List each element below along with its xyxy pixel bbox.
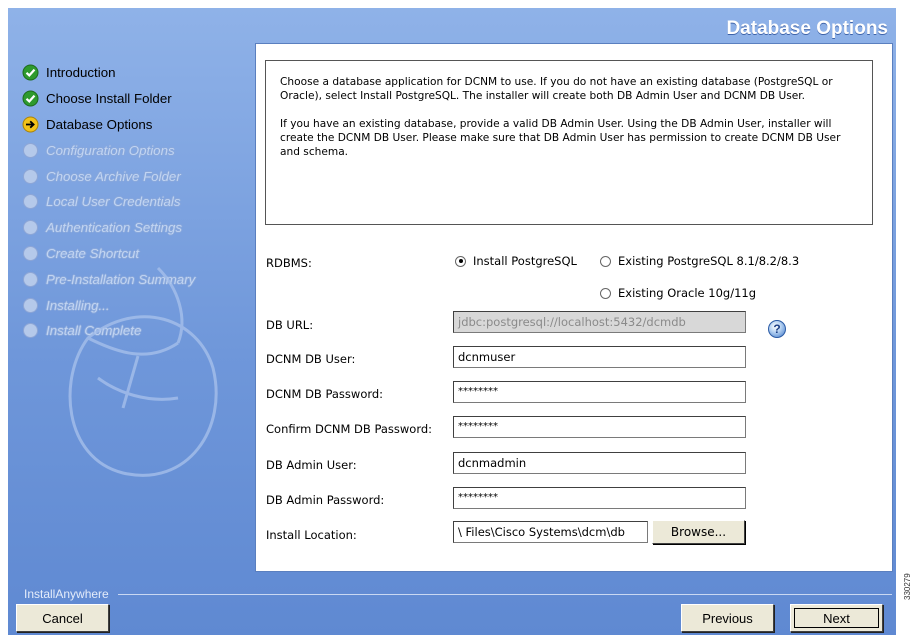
- main-panel: Choose a database application for DCNM t…: [255, 43, 893, 572]
- footer-divider: [118, 594, 892, 595]
- radio-unselected-icon: [600, 287, 611, 299]
- install-location-field[interactable]: \ Files\Cisco Systems\dcm\db: [453, 521, 648, 543]
- step-configuration-options: Configuration Options: [22, 137, 247, 163]
- rdbms-label: RDBMS:: [266, 256, 312, 270]
- dcnm-password-label: DCNM DB Password:: [266, 387, 384, 401]
- pending-circle-icon: [23, 194, 38, 210]
- step-label: Introduction: [46, 65, 116, 81]
- step-introduction: Introduction: [22, 60, 247, 86]
- help-icon[interactable]: ?: [768, 320, 786, 338]
- figure-number: 330279: [903, 573, 912, 600]
- pending-circle-icon: [23, 220, 38, 236]
- step-label: Configuration Options: [46, 142, 175, 158]
- confirm-password-label: Confirm DCNM DB Password:: [266, 422, 433, 436]
- step-label: Local User Credentials: [46, 194, 181, 210]
- radio-label: Install PostgreSQL: [473, 254, 577, 268]
- next-button[interactable]: Next: [790, 604, 883, 632]
- confirm-password-field[interactable]: ********: [453, 416, 746, 438]
- step-label: Authentication Settings: [46, 220, 183, 236]
- pending-circle-icon: [23, 168, 38, 184]
- pending-circle-icon: [23, 142, 38, 158]
- check-icon: [22, 90, 39, 107]
- previous-button[interactable]: Previous: [681, 604, 774, 632]
- mouse-illustration-icon: [68, 266, 218, 477]
- radio-label: Existing PostgreSQL 8.1/8.2/8.3: [618, 254, 800, 268]
- step-label: Choose Archive Folder: [46, 168, 181, 184]
- installer-window: Database Options Introduction Choose Ins…: [8, 8, 896, 635]
- arrow-right-icon: [22, 116, 39, 133]
- dcnm-password-field[interactable]: ********: [453, 381, 746, 403]
- install-location-label: Install Location:: [266, 528, 357, 542]
- admin-password-field[interactable]: ********: [453, 487, 746, 509]
- step-authentication-settings: Authentication Settings: [22, 215, 247, 241]
- db-url-field: jdbc:postgresql://localhost:5432/dcmdb: [453, 311, 746, 333]
- description-paragraph: If you have an existing database, provid…: [280, 118, 841, 158]
- step-label: Choose Install Folder: [46, 91, 172, 107]
- admin-user-field[interactable]: dcnmadmin: [453, 452, 746, 474]
- db-url-label: DB URL:: [266, 318, 314, 332]
- description-paragraph: Choose a database application for DCNM t…: [280, 76, 833, 102]
- dcnm-user-field[interactable]: dcnmuser: [453, 346, 746, 368]
- dcnm-user-label: DCNM DB User:: [266, 352, 356, 366]
- radio-existing-postgresql[interactable]: Existing PostgreSQL 8.1/8.2/8.3: [600, 254, 799, 268]
- admin-user-label: DB Admin User:: [266, 458, 357, 472]
- cancel-button[interactable]: Cancel: [16, 604, 109, 632]
- radio-label: Existing Oracle 10g/11g: [618, 286, 757, 300]
- step-local-user-credentials: Local User Credentials: [22, 189, 247, 215]
- radio-install-postgresql[interactable]: Install PostgreSQL: [455, 254, 577, 268]
- step-label: Database Options: [46, 116, 153, 132]
- description-box: Choose a database application for DCNM t…: [265, 60, 873, 225]
- radio-selected-icon: [455, 255, 466, 267]
- check-icon: [22, 64, 39, 81]
- step-choose-archive-folder: Choose Archive Folder: [22, 163, 247, 189]
- browse-button[interactable]: Browse...: [652, 520, 745, 544]
- radio-existing-oracle[interactable]: Existing Oracle 10g/11g: [600, 286, 756, 300]
- radio-unselected-icon: [600, 255, 611, 267]
- admin-password-label: DB Admin Password:: [266, 493, 385, 507]
- brand-label: InstallAnywhere: [24, 587, 109, 601]
- step-database-options: Database Options: [22, 112, 247, 138]
- step-choose-install-folder: Choose Install Folder: [22, 86, 247, 112]
- page-title: Database Options: [726, 18, 888, 39]
